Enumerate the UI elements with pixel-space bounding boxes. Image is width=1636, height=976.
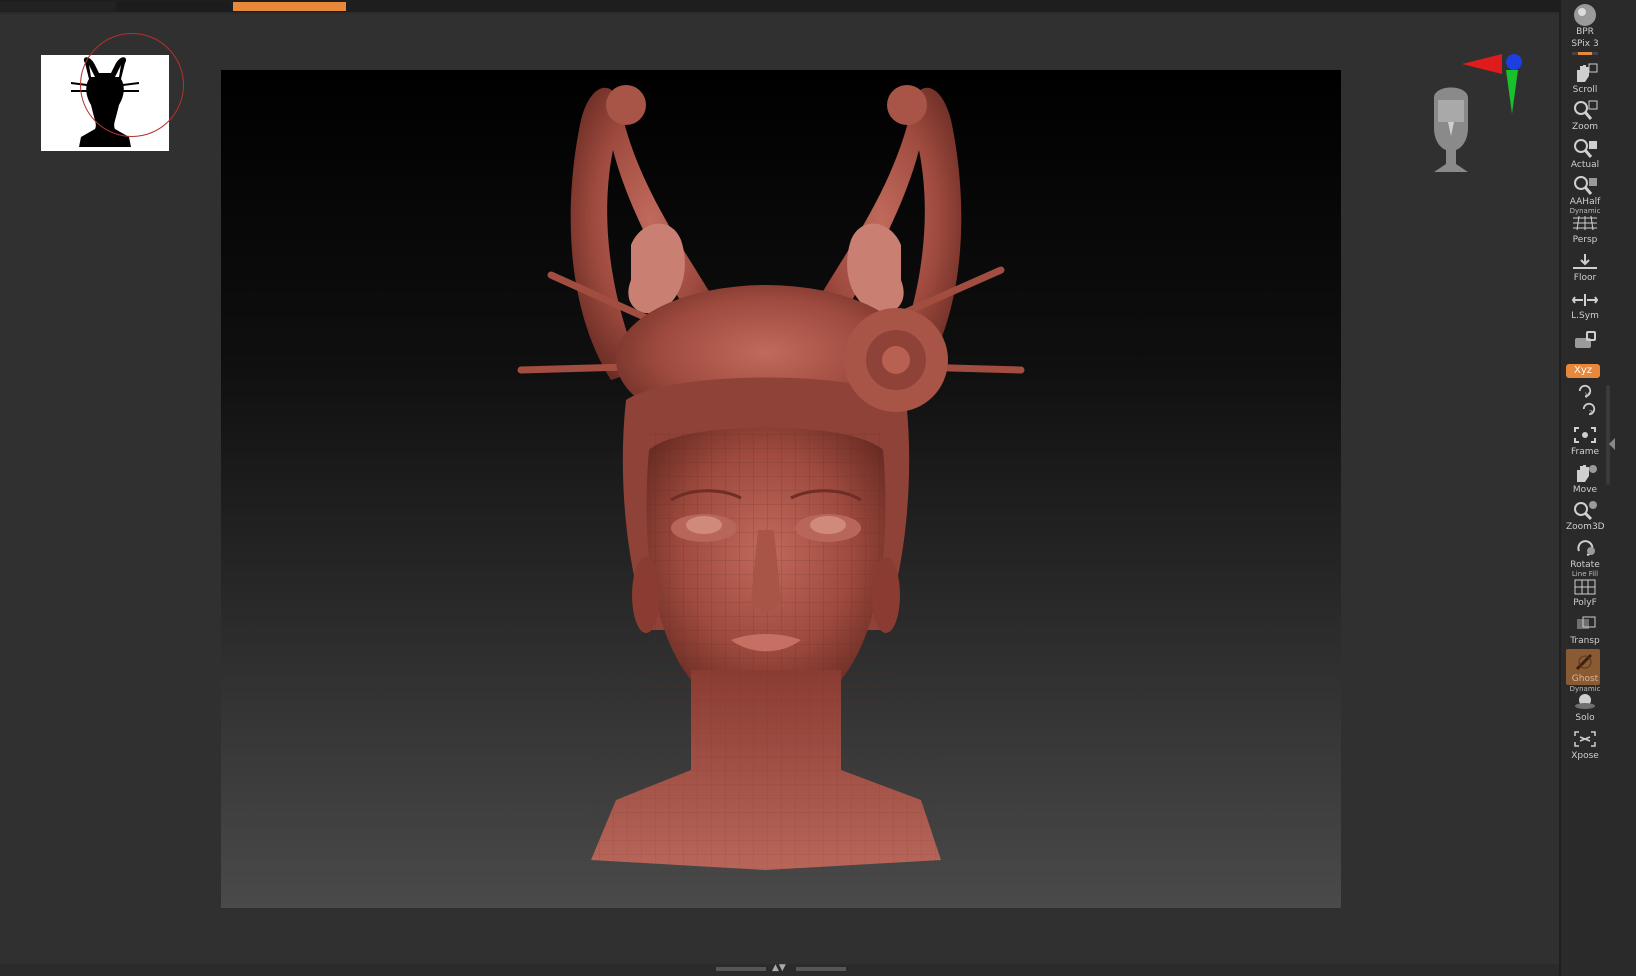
y-rotate-icon: y <box>1578 384 1592 398</box>
polyframe-label: PolyF <box>1573 598 1597 608</box>
xpose-label: Xpose <box>1571 751 1599 761</box>
xpose-icon <box>1574 731 1596 747</box>
scroll-label: Scroll <box>1572 85 1598 95</box>
axis-gizmo-icon[interactable] <box>1462 50 1522 114</box>
ghost-label: Ghost <box>1571 674 1599 684</box>
floor-button[interactable]: Floor <box>1566 248 1604 284</box>
transparency-label: Transp <box>1570 636 1600 646</box>
persp-button[interactable]: Dynamic Persp <box>1566 207 1604 246</box>
floor-label: Floor <box>1573 273 1597 283</box>
zoom-button[interactable]: Zoom <box>1566 97 1604 133</box>
y-rotate-button[interactable]: y <box>1566 382 1604 398</box>
svg-text:z: z <box>1589 408 1593 416</box>
handle-bar-left <box>716 967 766 971</box>
transparency-button[interactable]: Transp <box>1566 611 1604 647</box>
z-rotate-icon: z <box>1582 402 1596 416</box>
lock-camera-button[interactable] <box>1566 326 1604 362</box>
3d-viewport[interactable] <box>221 70 1341 908</box>
tab-segment-2[interactable] <box>117 2 230 11</box>
handle-bar-right <box>796 967 846 971</box>
solo-label: Solo <box>1575 713 1595 723</box>
bpr-button[interactable]: BPR <box>1566 2 1604 38</box>
xyz-rotate-icon: Xyz <box>1573 365 1593 376</box>
bottom-tray-handle[interactable]: ▲▼ <box>716 964 846 973</box>
solo-dynamic-label: Dynamic <box>1569 685 1601 693</box>
zoom3d-label: Zoom3D <box>1566 522 1605 532</box>
move-label: Move <box>1572 485 1598 495</box>
ghost-icon <box>1575 653 1593 671</box>
rotate-label: Rotate <box>1570 560 1600 570</box>
xyz-rotate-button[interactable]: Xyz <box>1566 364 1600 378</box>
thumbnail-focus-ring <box>80 33 184 137</box>
actual-label: Actual <box>1570 160 1600 170</box>
aahalf-button[interactable]: AAHalf <box>1566 172 1604 208</box>
xpose-button[interactable]: Xpose <box>1566 726 1604 762</box>
frame-label: Frame <box>1570 447 1600 457</box>
top-tab-strip <box>0 0 1560 12</box>
solo-button[interactable]: Dynamic Solo <box>1566 685 1604 724</box>
aahalf-icon <box>1574 176 1597 195</box>
polyframe-icon <box>1574 579 1596 595</box>
shelf-collapse-arrow-icon[interactable] <box>1609 438 1615 450</box>
sphere-icon <box>1574 4 1596 26</box>
move-button[interactable]: Move <box>1566 460 1604 496</box>
local-symmetry-button[interactable]: L.Sym <box>1566 286 1604 322</box>
polyframe-button[interactable]: Line Fill PolyF <box>1566 570 1604 609</box>
frame-button[interactable]: Frame <box>1566 422 1604 458</box>
transparency-icon <box>1577 616 1596 629</box>
zoom3d-button[interactable]: Zoom3D <box>1566 497 1605 533</box>
perspective-icon <box>1573 215 1597 231</box>
floor-grid-icon <box>1573 254 1597 269</box>
lock-camera-icon <box>1575 331 1596 348</box>
frame-icon <box>1574 427 1596 443</box>
rotate-button[interactable]: Rotate <box>1566 535 1604 571</box>
zoom-icon <box>1574 100 1598 120</box>
persp-label: Persp <box>1572 235 1598 245</box>
rotate-icon <box>1577 540 1595 556</box>
actual-button[interactable]: Actual <box>1566 135 1604 171</box>
bpr-label: BPR <box>1576 27 1594 37</box>
local-symmetry-label: L.Sym <box>1571 311 1599 321</box>
local-symmetry-icon <box>1571 294 1599 306</box>
ghost-button[interactable]: Ghost <box>1566 649 1604 685</box>
sculpt-model-head <box>517 85 1025 870</box>
zoom-label: Zoom <box>1572 122 1598 132</box>
persp-dynamic-label: Dynamic <box>1569 207 1601 215</box>
svg-text:y: y <box>1585 390 1589 398</box>
spix-control[interactable]: SPix 3 <box>1566 38 1604 58</box>
aahalf-label: AAHalf <box>1569 197 1601 207</box>
hand-scroll-icon <box>1577 63 1598 82</box>
scroll-button[interactable]: Scroll <box>1566 60 1604 96</box>
solo-icon <box>1575 694 1595 709</box>
polyframe-linefill-label: Line Fill <box>1571 570 1599 578</box>
z-rotate-button[interactable]: z <box>1570 400 1608 416</box>
move-hand-icon <box>1577 465 1597 482</box>
spix-slider-icon[interactable] <box>1572 52 1598 55</box>
tab-segment-1[interactable] <box>0 2 115 11</box>
tab-segment-active[interactable] <box>233 2 346 11</box>
actual-size-icon <box>1574 139 1597 158</box>
tray-toggle-arrow-icon[interactable]: ▲▼ <box>772 964 786 973</box>
zoom3d-icon <box>1574 501 1597 521</box>
spix-label: SPix 3 <box>1571 39 1599 49</box>
shelf-scrollbar[interactable] <box>1606 385 1610 485</box>
